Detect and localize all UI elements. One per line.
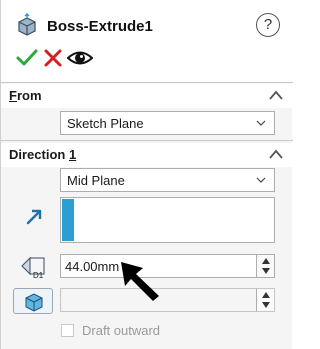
boss-extrude-icon — [18, 13, 36, 36]
draft-toggle-button[interactable] — [13, 288, 53, 314]
draft-angle-input[interactable] — [60, 288, 275, 312]
end-condition-value: Mid Plane — [67, 173, 125, 188]
divider — [1, 140, 293, 141]
draft-angle-spinner[interactable] — [256, 289, 274, 311]
reverse-direction-icon[interactable] — [25, 208, 43, 226]
from-group-header[interactable]: From — [1, 84, 293, 108]
eye-icon[interactable] — [67, 46, 93, 70]
draft-outward-label: Draft outward — [82, 323, 161, 338]
start-condition-select[interactable]: Sketch Plane — [60, 111, 275, 135]
depth-value: 44.00mm — [65, 259, 120, 274]
direction-reference-list[interactable] — [60, 197, 275, 243]
start-condition-value: Sketch Plane — [67, 116, 144, 131]
from-group-title: From — [9, 88, 42, 103]
end-condition-select[interactable]: Mid Plane — [60, 168, 275, 192]
help-button[interactable]: ? — [256, 13, 280, 37]
spin-down-icon[interactable] — [262, 302, 270, 308]
feature-title: Boss-Extrude1 — [47, 18, 153, 35]
chevron-down-icon — [256, 120, 266, 126]
chevron-up-icon[interactable] — [269, 90, 283, 100]
panel-header: Boss-Extrude1 ? — [1, 0, 293, 82]
direction1-group-title: Direction 1 — [9, 147, 77, 162]
depth-icon: D1 — [21, 256, 45, 280]
svg-text:D1: D1 — [33, 271, 44, 280]
pointer-arrow-icon — [121, 262, 159, 301]
depth-spinner[interactable] — [256, 255, 274, 277]
property-manager-panel: Boss-Extrude1 ? From Sketch Plane Direct… — [0, 0, 293, 349]
spin-down-icon[interactable] — [262, 268, 270, 274]
spin-up-icon[interactable] — [262, 258, 270, 264]
chevron-down-icon — [256, 177, 266, 183]
chevron-up-icon[interactable] — [269, 149, 283, 159]
close-icon[interactable] — [41, 46, 65, 70]
spin-up-icon[interactable] — [262, 292, 270, 298]
draft-outward-checkbox[interactable] — [61, 324, 74, 337]
check-icon[interactable] — [15, 46, 39, 70]
direction1-group-header[interactable]: Direction 1 — [1, 143, 293, 167]
divider — [1, 82, 293, 83]
selection-highlight — [62, 199, 74, 241]
depth-input[interactable]: 44.00mm — [60, 254, 275, 278]
draft-icon — [25, 293, 43, 312]
